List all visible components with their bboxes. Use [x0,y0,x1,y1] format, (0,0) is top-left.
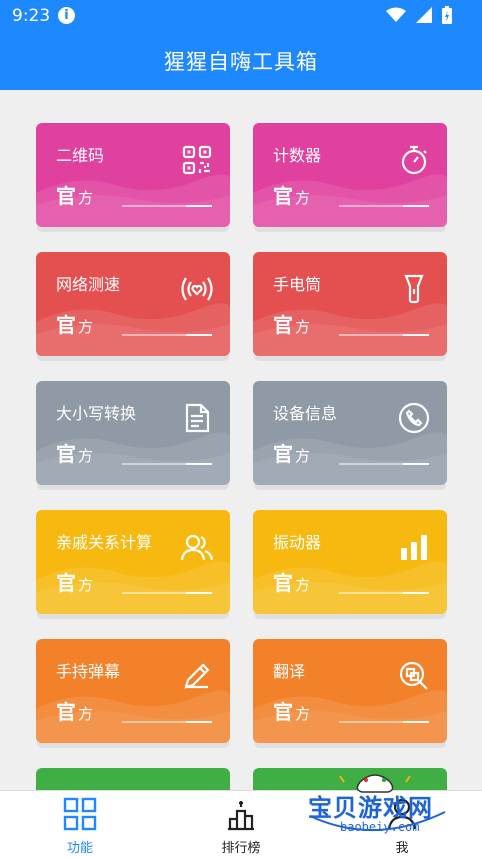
official-badge: 官方 [273,184,311,208]
tool-card-relative-calc[interactable]: 亲戚关系计算 官方 [36,510,230,614]
qr-code-icon [182,145,212,175]
tool-grid: 二维码 官方 计数器 官方 网络测速 官方 手电筒 官方 大小写转换 官 方 设… [0,90,482,790]
app-title: 猩猩自嗨工具箱 [164,50,318,74]
decor-line [339,721,429,723]
tool-card-qr-code[interactable]: 二维码 官方 [36,123,230,227]
status-time: 9:23 [12,6,51,26]
tool-label: 振动器 [273,533,322,552]
official-badge: 官方 [56,184,94,208]
watermark-text: 宝贝游戏网 [308,794,433,822]
flashlight-icon [404,274,424,304]
official-badge: 官方 [273,442,311,466]
phone-icon [398,402,430,434]
official-badge: 官方 [56,442,94,466]
decor-line [339,205,429,207]
info-icon: i [58,7,75,24]
official-badge: 官方 [56,700,94,724]
decor-line [339,463,429,465]
watermark: 宝贝游戏网 baobeiy.com [300,768,450,838]
bar-chart-icon [401,535,427,560]
tool-label: 手持弹幕 [56,662,121,681]
decor-line [122,592,212,594]
tool-card-partial[interactable] [36,768,230,790]
grid-icon [63,797,97,831]
podium-icon [228,801,254,831]
tool-label: 手电筒 [273,275,322,294]
nav-ranking[interactable]: 排行榜 [191,797,291,856]
status-bar: 9:23 i [0,0,482,32]
official-badge: 官方 [56,313,94,337]
tool-card-flashlight[interactable]: 手电筒 官方 [253,252,447,356]
decor-line [122,463,212,465]
nav-label: 功能 [66,841,93,856]
document-icon [185,403,210,433]
decor-line [339,334,429,336]
official-badge: 官方 [273,313,311,337]
system-icons [386,6,452,24]
wifi-icon [386,7,406,22]
pencil-icon [184,663,210,689]
tool-label: 亲戚关系计算 [56,533,153,552]
decor-line [122,721,212,723]
tool-card-translate[interactable]: 翻译 官方 [253,639,447,743]
tool-label: 计数器 [273,146,322,165]
watermark-url: baobeiy.com [340,820,420,834]
wave-decoration [36,768,230,790]
tool-label: 翻译 [273,662,306,681]
decor-line [339,592,429,594]
tool-card-network-speed[interactable]: 网络测速 官方 [36,252,230,356]
decor-line [122,334,212,336]
nav-functions[interactable]: 功能 [30,797,130,856]
nav-label: 我 [395,841,409,856]
stopwatch-icon [401,145,427,175]
people-icon [180,534,214,561]
signal-broadcast-icon [181,277,213,301]
tool-label: 二维码 [56,146,105,165]
official-badge: 官方 [273,700,311,724]
tool-label: 设备信息 [273,404,338,423]
tool-label: 网络测速 [56,275,121,294]
official-badge: 官方 [273,571,311,595]
battery-charging-icon [442,6,452,24]
tool-card-vibrator[interactable]: 振动器 官方 [253,510,447,614]
tool-label: 大小写转换 [56,404,137,423]
tool-card-device-info[interactable]: 设备信息 官方 [253,381,447,485]
translate-icon [399,661,428,690]
official-badge: 官方 [56,571,94,595]
app-bar: 猩猩自嗨工具箱 [0,32,482,90]
tool-card-case-convert[interactable]: 大小写转换 官方 [36,381,230,485]
nav-label: 排行榜 [221,841,261,856]
tool-card-counter[interactable]: 计数器 官方 [253,123,447,227]
cell-signal-icon [416,7,432,23]
tool-card-bullet-screen[interactable]: 手持弹幕 官方 [36,639,230,743]
decor-line [122,205,212,207]
